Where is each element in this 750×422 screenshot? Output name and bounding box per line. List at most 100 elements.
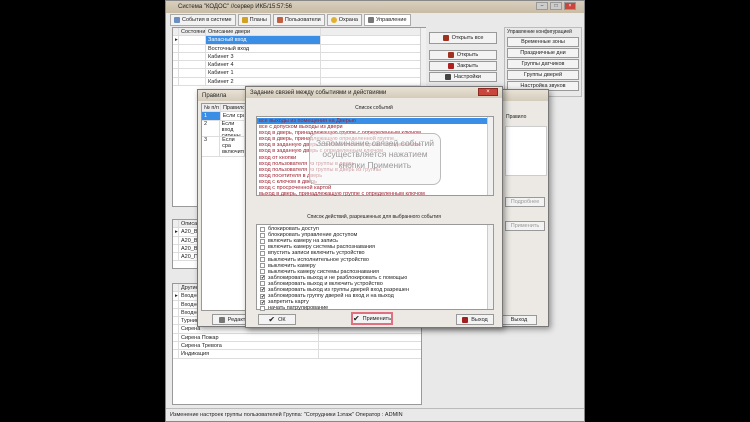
- table-row[interactable]: Кабинет 3: [173, 52, 425, 62]
- tooltip-hint: Запоминание связей событий осуществляетс…: [309, 133, 441, 185]
- open-all-button[interactable]: Открыть все: [429, 32, 497, 44]
- main-tabs: События в системе Планы Пользователи Охр…: [170, 14, 411, 26]
- close-button[interactable]: ×: [564, 2, 576, 10]
- button-label: ОК: [278, 316, 286, 323]
- table-row[interactable]: Кабинет 4: [173, 61, 425, 70]
- action-checkbox[interactable]: [260, 257, 265, 263]
- config-sensor-groups-button[interactable]: Группы датчиков: [507, 59, 579, 69]
- action-label: заблокировать выход и не разблокировать …: [268, 274, 408, 281]
- table-row[interactable]: Кабинет 1: [173, 69, 425, 78]
- details-button[interactable]: Подробнее: [505, 197, 545, 207]
- action-checkbox[interactable]: ✔: [260, 287, 265, 293]
- table-row[interactable]: Индикация: [173, 350, 421, 359]
- table-row[interactable]: 3Если сра включить включени: [202, 136, 245, 157]
- event-item[interactable]: выход в дверь, принадлежащую группе с оп…: [257, 191, 493, 197]
- table-row[interactable]: Сирена Пожар: [173, 333, 421, 343]
- action-checkbox[interactable]: [260, 269, 265, 275]
- button-label: Открыть все: [451, 35, 484, 41]
- action-label: начать патрулирование: [268, 305, 329, 312]
- group-title: Управление конфигурацией: [507, 29, 572, 35]
- button-label: Праздничные дни: [520, 50, 566, 56]
- dialog-title: Задание связей между событиями и действи…: [250, 90, 387, 96]
- button-label: Подробнее: [510, 199, 540, 205]
- tools-icon: [367, 17, 374, 23]
- tab-events[interactable]: События в системе: [170, 14, 236, 26]
- tab-plans[interactable]: Планы: [237, 14, 271, 26]
- table-row[interactable]: Сирена Тревога: [173, 342, 421, 351]
- action-checkbox[interactable]: ✔: [260, 299, 265, 305]
- status-text: Изменение настроек группы пользователей …: [170, 412, 403, 418]
- actions-scrollbar[interactable]: [487, 225, 493, 309]
- settings-icon: [445, 74, 452, 80]
- dialog-close-button[interactable]: ×: [478, 88, 498, 96]
- action-label: заблокировать группу дверей на вход и на…: [268, 293, 394, 300]
- action-checkbox[interactable]: [260, 305, 265, 311]
- rule-number: 2: [202, 120, 220, 136]
- ok-button[interactable]: ✔ ОК: [258, 314, 296, 325]
- rule-label: Правило: [506, 114, 527, 120]
- open-button[interactable]: Открыть: [429, 50, 497, 60]
- config-door-groups-button[interactable]: Группы дверей: [507, 70, 579, 80]
- rule-text: Если сра: [222, 112, 245, 120]
- device-name: Сирена Пожар: [179, 333, 319, 342]
- action-label: запретить карту: [268, 299, 309, 306]
- actions-list[interactable]: блокировать доступ блокировать управление…: [256, 224, 494, 311]
- check-icon: ✔: [268, 315, 276, 324]
- action-label: заблокировать выход и включить устройств…: [268, 280, 383, 287]
- window-title: Система "КОДОС" //сервер ИКБ/15:57:56: [178, 4, 293, 10]
- tab-users[interactable]: Пользователи: [272, 14, 325, 26]
- door-name: Кабинет 2: [206, 77, 321, 86]
- edit-icon: [218, 316, 225, 323]
- event-action-dialog: Задание связей между событиями и действи…: [245, 86, 503, 328]
- actions-label: Список действий, разрешенных для выбранн…: [307, 214, 441, 220]
- device-name: Индикация: [179, 350, 319, 358]
- rule-number: 3: [202, 136, 221, 156]
- rules-exit-button[interactable]: Выход: [501, 315, 537, 325]
- button-label: Редакт: [227, 316, 246, 323]
- tab-security[interactable]: Охрана: [326, 14, 362, 26]
- close-door-button[interactable]: Закрыть: [429, 61, 497, 71]
- tab-label: Планы: [249, 17, 267, 23]
- tab-label: События в системе: [182, 17, 232, 23]
- tab-label: Охрана: [338, 17, 358, 23]
- action-checkbox[interactable]: ✔: [260, 275, 265, 281]
- table-row[interactable]: 2Если вход сирены ": [202, 120, 245, 137]
- door-name: Запасный вход: [206, 36, 321, 44]
- action-checkbox[interactable]: [260, 250, 265, 256]
- action-item[interactable]: начать патрулирование: [260, 305, 490, 311]
- action-checkbox[interactable]: [260, 238, 265, 244]
- action-checkbox[interactable]: ✔: [260, 293, 265, 299]
- column-header: Состояние: [181, 28, 206, 36]
- action-checkbox[interactable]: [260, 226, 265, 232]
- door-name: Восточный вход: [206, 44, 321, 52]
- users-icon: [276, 17, 283, 23]
- table-row[interactable]: ▸ Запасный вход: [173, 36, 425, 45]
- check-icon: ✔: [352, 314, 360, 323]
- config-holidays-button[interactable]: Праздничные дни: [507, 48, 579, 58]
- tab-management[interactable]: Управление: [363, 14, 411, 26]
- apply-button[interactable]: ✔ Применить: [351, 312, 393, 325]
- exit-button[interactable]: Выход: [456, 314, 494, 325]
- table-row[interactable]: Кабинет 2: [173, 77, 425, 87]
- action-checkbox[interactable]: [260, 281, 265, 287]
- column-header: Описание двери: [206, 28, 321, 36]
- door-name: Кабинет 4: [206, 61, 321, 69]
- table-row[interactable]: Восточный вход: [173, 44, 425, 53]
- column-header: № п/п: [202, 104, 221, 112]
- action-label: включить камеру на запись: [268, 238, 339, 245]
- minimize-button[interactable]: –: [536, 2, 548, 10]
- rules-apply-button[interactable]: Применить: [505, 221, 545, 231]
- action-checkbox[interactable]: [260, 232, 265, 238]
- events-label: Список событий: [355, 105, 393, 111]
- config-time-zones-button[interactable]: Временные зоны: [507, 37, 579, 47]
- action-checkbox[interactable]: [260, 263, 265, 269]
- button-label: Применить: [510, 223, 540, 229]
- table-row[interactable]: 1 Если сра: [202, 112, 245, 121]
- action-checkbox[interactable]: [260, 244, 265, 250]
- maximize-button[interactable]: □: [550, 2, 562, 10]
- events-scrollbar[interactable]: [487, 117, 493, 195]
- action-label: впустить записи включить устройство: [268, 250, 365, 257]
- door-settings-button[interactable]: Настройки: [429, 72, 497, 82]
- rules-title: Правила: [202, 93, 227, 99]
- button-label: Группы датчиков: [521, 61, 565, 67]
